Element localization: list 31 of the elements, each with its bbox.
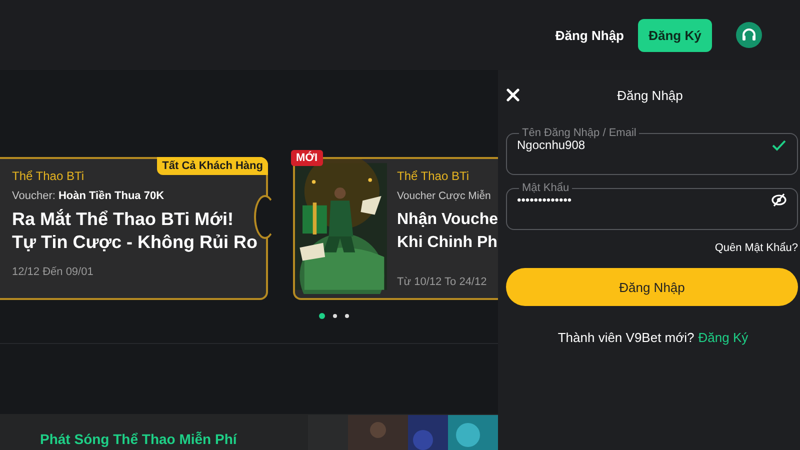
date-range: Từ 10/12 To 24/12: [397, 276, 488, 288]
date-range: 12/12 Đến 09/01: [12, 266, 94, 278]
login-link[interactable]: Đăng Nhập: [555, 28, 624, 42]
signup-prompt: Thành viên V9Bet mới?: [558, 330, 694, 345]
promotion-title: Ra Mắt Thể Thao BTi Mới!: [12, 208, 234, 231]
close-icon[interactable]: [506, 88, 520, 102]
carousel-dot[interactable]: [333, 314, 337, 318]
forgot-password-link[interactable]: Quên Mật Khẩu?: [714, 242, 800, 254]
promotion-title: Khi Chinh Ph: [397, 233, 498, 253]
register-button[interactable]: Đăng Ký: [638, 18, 712, 52]
eye-slash-icon[interactable]: [771, 192, 787, 208]
new-badge: MỚI: [291, 150, 323, 166]
voucher-text: Voucher: Hoàn Tiền Thua 70K: [12, 190, 166, 202]
headset-icon[interactable]: [736, 22, 762, 48]
category-label: Thể Thao BTi: [397, 169, 470, 183]
audience-badge: Tất Cả Khách Hàng: [157, 157, 268, 175]
field-label: Tên Đăng Nhập / Email: [521, 127, 638, 139]
promotion-card[interactable]: Thể Thao BTi Voucher: Hoàn Tiền Thua 70K Ra Mắt Thể Thao BTi Mới! Tự Tin Cược - Không Rủi Ro 12/12 Đến 09/01 Tất Cả Khách Hàng: [0, 157, 268, 300]
field-label: Mật Khẩu: [521, 182, 570, 194]
voucher-text: Voucher Cược Miễn: [397, 190, 492, 202]
promotion-title: Nhận Vouche: [397, 210, 498, 230]
carousel-dot[interactable]: [345, 314, 349, 318]
signup-link[interactable]: Đăng Ký: [698, 330, 748, 345]
input-field[interactable]: Mật Khẩu •••••••••••••: [506, 182, 798, 230]
input-field[interactable]: Tên Đăng Nhập / Email Ngocnhu908: [506, 127, 798, 175]
promotion-title: Tự Tin Cược - Không Rủi Ro: [12, 231, 258, 254]
carousel-dot[interactable]: [319, 313, 325, 319]
banner-title: Phát Sóng Thể Thao Miễn Phí: [39, 431, 237, 449]
category-label: Thể Thao BTi: [12, 169, 86, 183]
login-button[interactable]: Đăng Nhập: [506, 268, 798, 306]
panel-title: Đăng Nhập: [616, 88, 684, 102]
